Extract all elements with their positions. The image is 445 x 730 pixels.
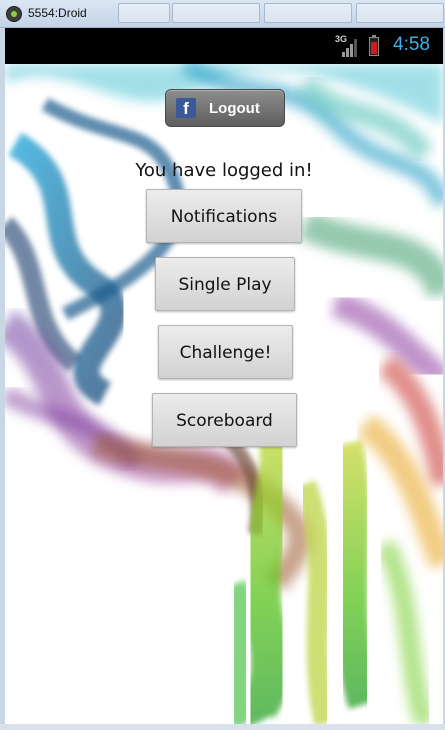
status-clock: 4:58 <box>393 34 430 55</box>
scoreboard-button[interactable]: Scoreboard <box>152 393 297 447</box>
login-status-text: You have logged in! <box>135 160 313 181</box>
device-frame: 3G 4:58 f Logout You have logged in! Not… <box>5 28 443 724</box>
window-bottom-edge <box>0 724 445 730</box>
facebook-logout-button[interactable]: f Logout <box>165 89 285 127</box>
facebook-icon: f <box>176 98 196 118</box>
window-title: 5554:Droid <box>28 6 87 20</box>
emulator-titlebar: 5554:Droid <box>0 0 445 28</box>
challenge-button[interactable]: Challenge! <box>158 325 293 379</box>
logout-label: Logout <box>209 99 260 117</box>
signal-icon <box>342 39 360 57</box>
background-tab <box>264 3 352 23</box>
background-tab <box>356 3 444 23</box>
android-emulator-icon <box>6 6 22 22</box>
single-play-button[interactable]: Single Play <box>155 257 295 311</box>
background-tab <box>118 3 170 23</box>
android-statusbar: 3G 4:58 <box>5 28 443 64</box>
battery-icon <box>369 35 379 56</box>
notifications-button[interactable]: Notifications <box>146 189 302 243</box>
background-tab <box>172 3 260 23</box>
app-screen: f Logout You have logged in! Notificatio… <box>5 64 443 724</box>
